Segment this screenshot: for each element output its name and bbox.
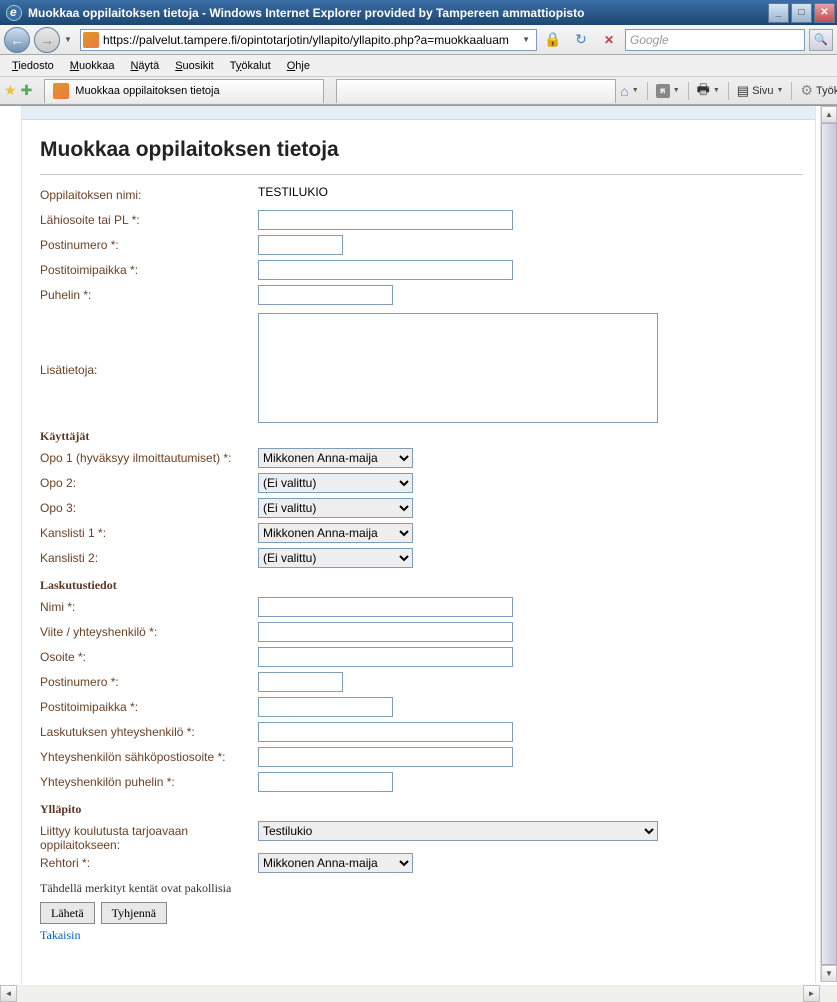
- label-kanslisti2: Kanslisti 2:: [40, 548, 258, 565]
- select-kanslisti2[interactable]: (Ei valittu): [258, 548, 413, 568]
- scroll-left-icon[interactable]: ◄: [0, 985, 17, 1002]
- print-button[interactable]: 🖶▼: [693, 80, 724, 102]
- refresh-button[interactable]: ↻: [569, 29, 593, 51]
- select-opo3[interactable]: (Ei valittu): [258, 498, 413, 518]
- label-opo3: Opo 3:: [40, 498, 258, 515]
- reset-button[interactable]: Tyhjennä: [101, 902, 167, 924]
- address-bar: ← → ▼ https://palvelut.tampere.fi/opinto…: [0, 25, 837, 55]
- back-button[interactable]: ←: [4, 27, 30, 53]
- scroll-down-icon[interactable]: ▼: [821, 965, 837, 982]
- window-titlebar: Muokkaa oppilaitoksen tietoja - Windows …: [0, 0, 837, 25]
- maximize-button[interactable]: □: [791, 3, 812, 23]
- required-note: Tähdellä merkityt kentät ovat pakollisia: [40, 881, 803, 896]
- lock-icon: 🔒: [541, 29, 565, 51]
- section-laskutustiedot: Laskutustiedot: [40, 578, 803, 593]
- rss-button[interactable]: ೫▼: [652, 80, 684, 102]
- menu-favorites[interactable]: Suosikit: [169, 58, 220, 74]
- section-yllapito: Ylläpito: [40, 802, 803, 817]
- label-l-postitoimipaikka: Postitoimipaikka *:: [40, 697, 258, 714]
- tab-icon: [53, 83, 69, 99]
- label-l-puhelin: Yhteyshenkilön puhelin *:: [40, 772, 258, 789]
- select-kanslisti1[interactable]: Mikkonen Anna-maija: [258, 523, 413, 543]
- label-postinumero: Postinumero *:: [40, 235, 258, 252]
- vertical-scrollbar[interactable]: ▲ ▼: [820, 106, 837, 982]
- page-menu[interactable]: ▤Sivu▼: [733, 80, 788, 102]
- site-icon: [83, 32, 99, 48]
- input-l-email[interactable]: [258, 747, 513, 767]
- value-nimi: TESTILUKIO: [258, 185, 328, 199]
- search-button[interactable]: 🔍: [809, 29, 833, 51]
- print-icon: 🖶: [697, 79, 710, 103]
- select-rehtori[interactable]: Mikkonen Anna-maija: [258, 853, 413, 873]
- scroll-up-icon[interactable]: ▲: [821, 106, 837, 123]
- home-icon: ⌂: [620, 83, 628, 99]
- input-postitoimipaikka[interactable]: [258, 260, 513, 280]
- back-link[interactable]: Takaisin: [40, 928, 80, 942]
- window-title: Muokkaa oppilaitoksen tietoja - Windows …: [28, 6, 584, 20]
- label-l-viite: Viite / yhteyshenkilö *:: [40, 622, 258, 639]
- gear-icon: ⚙: [800, 82, 813, 99]
- tab-bar: ★ ✚ Muokkaa oppilaitoksen tietoja ⌂▼ ೫▼ …: [0, 77, 837, 105]
- tab-current[interactable]: Muokkaa oppilaitoksen tietoja: [44, 79, 324, 103]
- label-lisatietoja: Lisätietoja:: [40, 360, 258, 377]
- section-kayttajat: Käyttäjät: [40, 429, 803, 444]
- page-heading: Muokkaa oppilaitoksen tietoja: [40, 138, 803, 162]
- input-l-postinumero[interactable]: [258, 672, 343, 692]
- label-puhelin: Puhelin *:: [40, 285, 258, 302]
- submit-button[interactable]: Lähetä: [40, 902, 95, 924]
- input-l-puhelin[interactable]: [258, 772, 393, 792]
- history-dropdown[interactable]: ▼: [64, 35, 76, 44]
- favorites-icon[interactable]: ★: [4, 82, 17, 99]
- label-l-nimi: Nimi *:: [40, 597, 258, 614]
- label-l-email: Yhteyshenkilön sähköpostiosoite *:: [40, 747, 258, 764]
- label-postitoimipaikka: Postitoimipaikka *:: [40, 260, 258, 277]
- label-opo2: Opo 2:: [40, 473, 258, 490]
- minimize-button[interactable]: _: [768, 3, 789, 23]
- textarea-lisatietoja[interactable]: [258, 313, 658, 423]
- menu-view[interactable]: Näytä: [124, 58, 165, 74]
- input-l-yhteys[interactable]: [258, 722, 513, 742]
- select-opo1[interactable]: Mikkonen Anna-maija: [258, 448, 413, 468]
- label-l-postinumero: Postinumero *:: [40, 672, 258, 689]
- input-l-nimi[interactable]: [258, 597, 513, 617]
- label-lahiosoite: Lähiosoite tai PL *:: [40, 210, 258, 227]
- add-favorite-icon[interactable]: ✚: [21, 82, 33, 99]
- page-icon: ▤: [737, 83, 749, 99]
- tools-menu[interactable]: ⚙Työkalut▼: [796, 80, 837, 102]
- menu-help[interactable]: Ohje: [281, 58, 316, 74]
- close-button[interactable]: ✕: [814, 3, 835, 23]
- tab-title: Muokkaa oppilaitoksen tietoja: [75, 85, 219, 97]
- url-input-container[interactable]: https://palvelut.tampere.fi/opintotarjot…: [80, 29, 537, 51]
- rss-icon: ೫: [656, 84, 670, 98]
- scroll-right-icon[interactable]: ►: [803, 985, 820, 1002]
- label-l-yhteys: Laskutuksen yhteyshenkilö *:: [40, 722, 258, 739]
- select-opo2[interactable]: (Ei valittu): [258, 473, 413, 493]
- menu-tools[interactable]: Työkalut: [224, 58, 277, 74]
- stop-button[interactable]: ✕: [597, 29, 621, 51]
- input-l-postitoimipaikka[interactable]: [258, 697, 393, 717]
- forward-button[interactable]: →: [34, 27, 60, 53]
- menu-file[interactable]: Tiedosto: [6, 58, 60, 74]
- menu-edit[interactable]: Muokkaa: [64, 58, 121, 74]
- ie-icon: [6, 5, 22, 21]
- label-kanslisti1: Kanslisti 1 *:: [40, 523, 258, 540]
- label-l-osoite: Osoite *:: [40, 647, 258, 664]
- input-l-osoite[interactable]: [258, 647, 513, 667]
- url-text[interactable]: https://palvelut.tampere.fi/opintotarjot…: [103, 33, 514, 47]
- horizontal-scrollbar[interactable]: ◄ ►: [0, 985, 820, 1002]
- home-button[interactable]: ⌂▼: [616, 80, 642, 102]
- url-dropdown[interactable]: ▼: [518, 35, 534, 44]
- label-opo1: Opo 1 (hyväksyy ilmoittautumiset) *:: [40, 448, 258, 465]
- search-input[interactable]: Google: [625, 29, 805, 51]
- select-liittyy[interactable]: Testilukio: [258, 821, 658, 841]
- label-rehtori: Rehtori *:: [40, 853, 258, 870]
- input-postinumero[interactable]: [258, 235, 343, 255]
- input-puhelin[interactable]: [258, 285, 393, 305]
- tab-new[interactable]: [336, 79, 616, 103]
- input-l-viite[interactable]: [258, 622, 513, 642]
- label-nimi: Oppilaitoksen nimi:: [40, 185, 258, 202]
- menu-bar: Tiedosto Muokkaa Näytä Suosikit Työkalut…: [0, 55, 837, 77]
- input-lahiosoite[interactable]: [258, 210, 513, 230]
- label-liittyy: Liittyy koulutusta tarjoavaan oppilaitok…: [40, 821, 258, 852]
